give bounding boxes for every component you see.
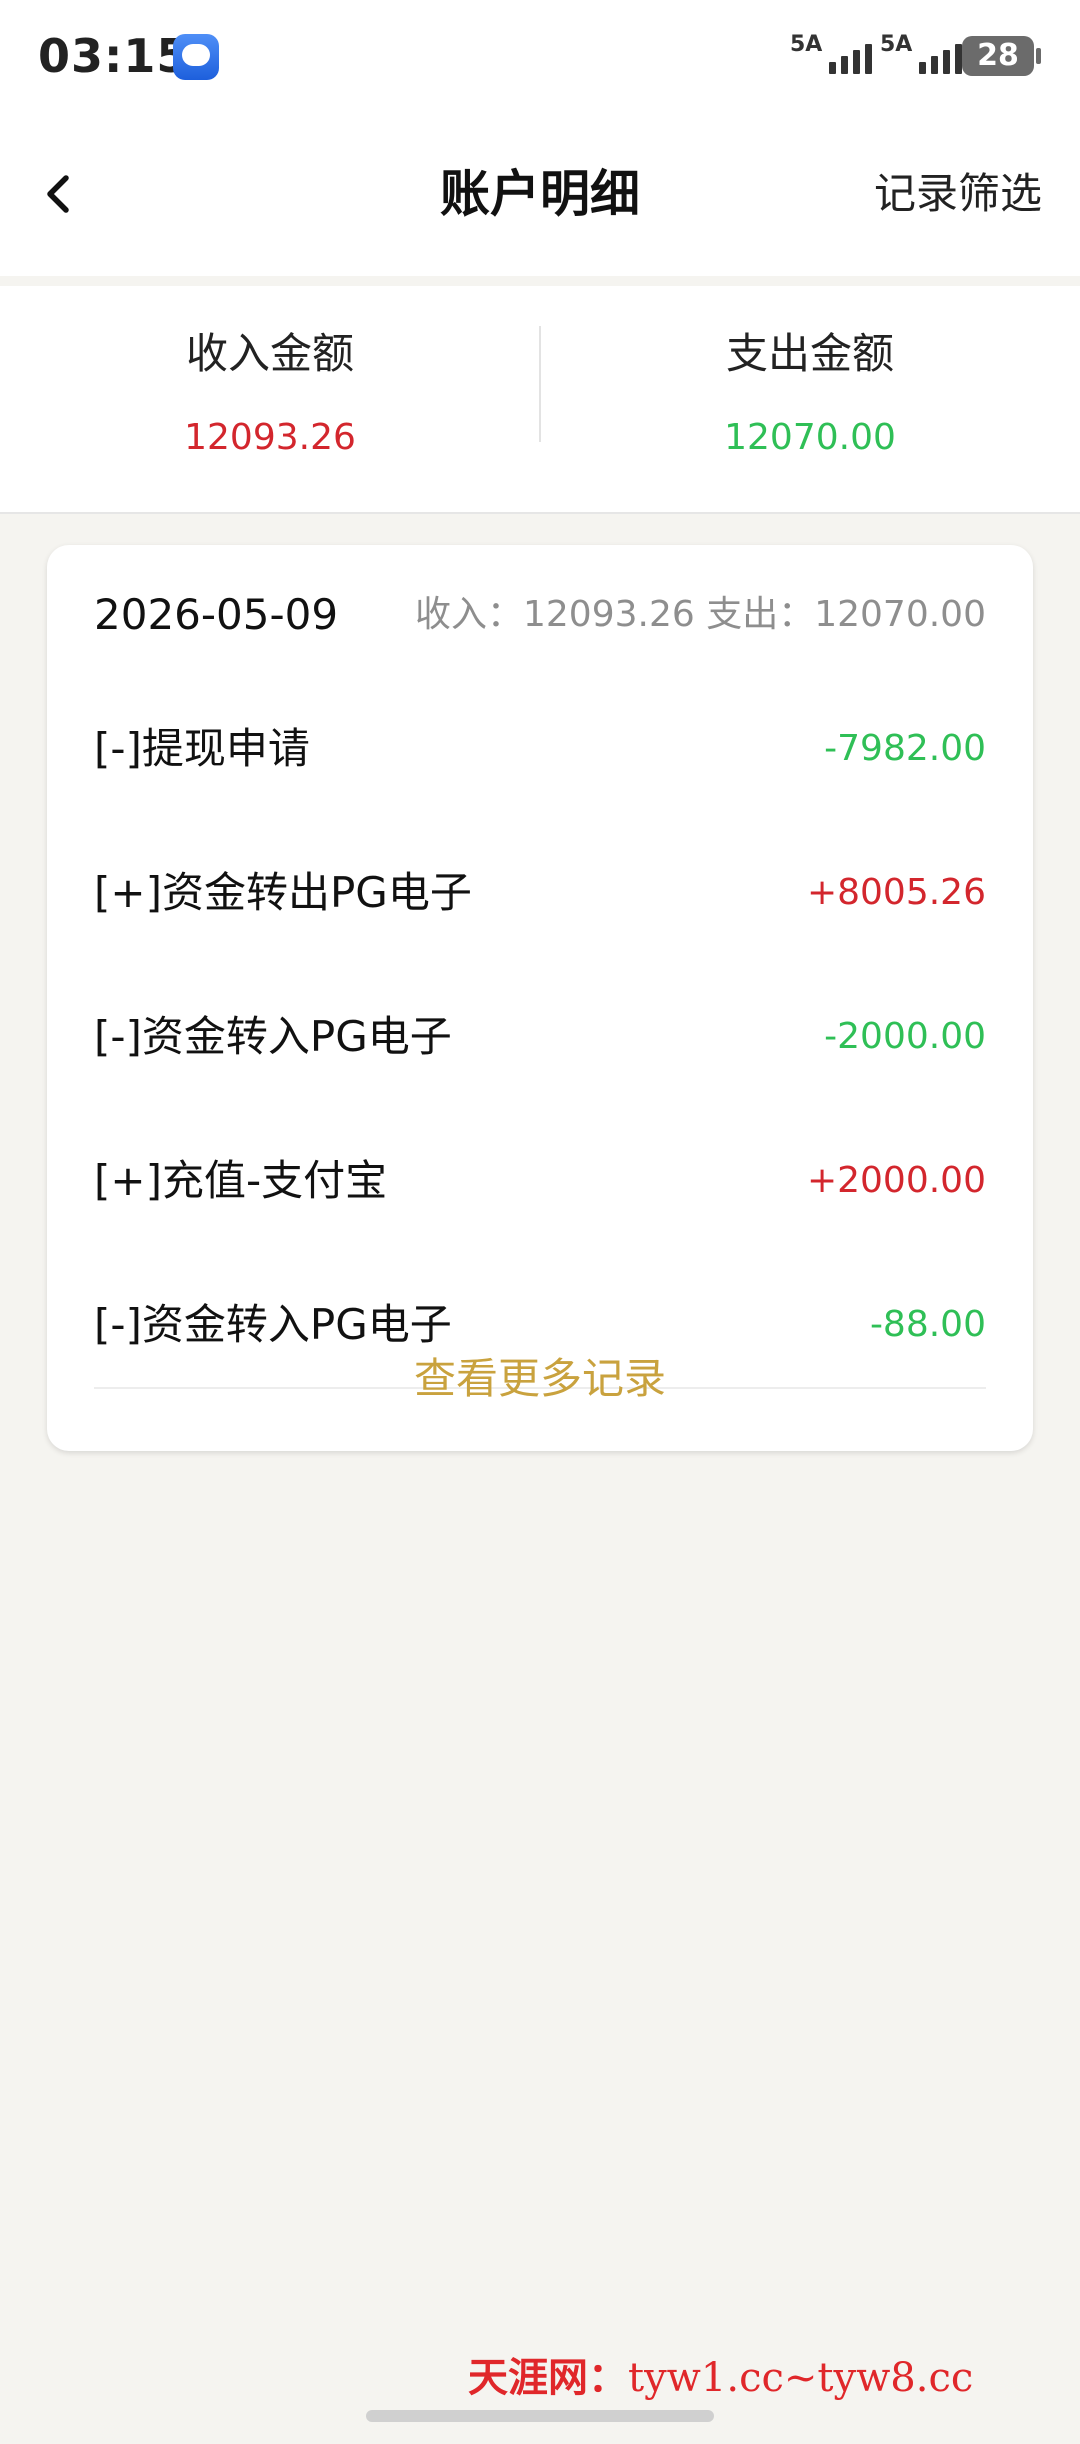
transaction-name: [-]提现申请 <box>94 724 310 773</box>
transaction-amount: -88.00 <box>869 1304 986 1345</box>
transaction-row[interactable]: [+]充值-支付宝 +2000.00 <box>94 1111 986 1255</box>
transaction-row[interactable]: [+]资金转出PG电子 +8005.26 <box>94 823 986 967</box>
income-label: 收入金额 <box>185 329 354 378</box>
transaction-amount: +2000.00 <box>806 1160 986 1201</box>
signal-bars <box>919 44 962 74</box>
expense-label: 支出金额 <box>725 329 894 378</box>
watermark-brand: 天涯网： <box>468 2355 628 2401</box>
transaction-amount: -2000.00 <box>824 1016 986 1057</box>
account-summary: 收入金额 12093.26 支出金额 12070.00 <box>0 286 1080 514</box>
back-arrow-icon[interactable] <box>38 172 82 216</box>
message-notification-icon <box>173 34 219 80</box>
record-filter-button[interactable]: 记录筛选 <box>874 166 1042 222</box>
cellular-signal-2-icon: 5A <box>880 32 962 78</box>
daily-record-card: 2026-05-09 收入：12093.26 支出：12070.00 [-]提现… <box>47 545 1033 1451</box>
transaction-amount: +8005.26 <box>806 872 986 913</box>
watermark: 天涯网：tyw1.cc~tyw8.cc <box>468 2350 973 2406</box>
daily-totals: 收入：12093.26 支出：12070.00 <box>415 594 986 635</box>
network-type-label: 5A <box>880 32 913 57</box>
transaction-name: [+]充值-支付宝 <box>94 1156 388 1205</box>
transaction-row[interactable]: [-]资金转入PG电子 -2000.00 <box>94 967 986 1111</box>
card-header: 2026-05-09 收入：12093.26 支出：12070.00 <box>94 585 986 645</box>
transaction-name: [-]资金转入PG电子 <box>94 1012 452 1061</box>
expense-summary: 支出金额 12070.00 <box>540 286 1080 512</box>
nav-bar: 账户明细 记录筛选 <box>0 112 1080 276</box>
signal-bars <box>829 44 872 74</box>
battery-icon: 28 <box>962 36 1034 76</box>
transaction-amount: -7982.00 <box>824 728 986 769</box>
expense-value: 12070.00 <box>724 417 896 458</box>
status-time: 03:15 <box>38 29 190 83</box>
network-type-label: 5A <box>790 32 823 57</box>
status-bar: 03:15 5A 5A 28 <box>0 0 1080 112</box>
cellular-signal-1-icon: 5A <box>790 32 872 78</box>
battery-cap <box>1036 48 1041 64</box>
income-summary: 收入金额 12093.26 <box>0 286 540 512</box>
transaction-list: [-]提现申请 -7982.00 [+]资金转出PG电子 +8005.26 [-… <box>94 679 986 1399</box>
record-date: 2026-05-09 <box>94 590 339 639</box>
view-more-records-button[interactable]: 查看更多记录 <box>47 1349 1033 1409</box>
income-value: 12093.26 <box>184 417 356 458</box>
transaction-name: [-]资金转入PG电子 <box>94 1300 452 1349</box>
transaction-row[interactable]: [-]提现申请 -7982.00 <box>94 679 986 823</box>
transaction-name: [+]资金转出PG电子 <box>94 868 472 917</box>
home-indicator[interactable] <box>366 2410 714 2422</box>
watermark-domains: tyw1.cc~tyw8.cc <box>628 2355 974 2401</box>
